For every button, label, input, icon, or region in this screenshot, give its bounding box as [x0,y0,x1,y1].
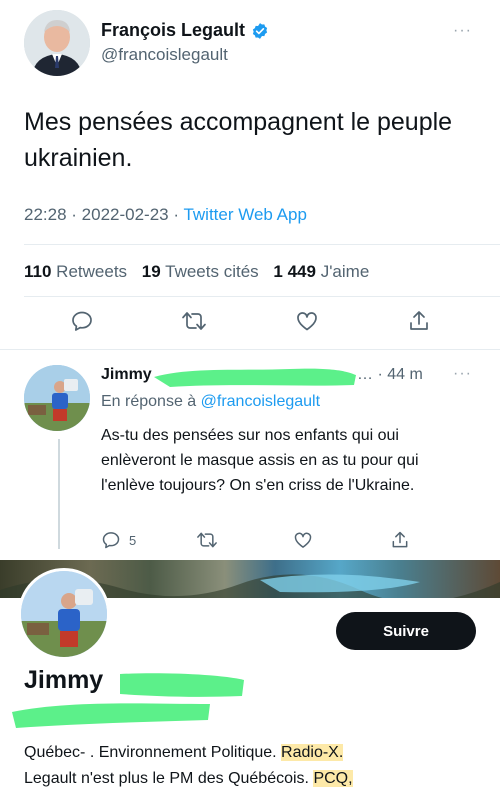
bio-highlight: PCQ, [313,770,353,787]
reply-more-options-icon[interactable]: ··· [453,365,472,383]
likes-label: J'aime [320,262,370,281]
retweets-stat[interactable]: 110 Retweets [24,262,127,281]
tweet-date[interactable]: 2022-02-23 [82,205,169,224]
reply-actions: 5 [0,529,500,553]
retweets-count: 110 [24,262,52,281]
reply-reply-button[interactable]: 5 [101,529,136,551]
replying-prefix: En réponse à [101,393,201,410]
divider [24,296,500,297]
bio-text: Legault n'est plus le PM des Québécois. [24,770,314,787]
share-icon [392,531,408,548]
like-icon [297,312,317,331]
retweet-icon [197,532,217,548]
reply-text: As-tu des pensées sur nos enfants qui ou… [101,427,419,494]
reply-retweet-button[interactable] [196,529,218,551]
reply-tweet[interactable]: Jimmy … · 44 m ··· En réponse à @francoi… [0,351,500,559]
quotes-label: Tweets cités [165,262,259,281]
reply-author-avatar[interactable] [24,365,90,431]
verified-badge-icon [252,22,268,39]
share-icon [410,311,428,330]
reply-like-button[interactable] [293,529,313,551]
tweet-actions [0,306,500,342]
bio-highlight: Radio-X. [281,744,344,761]
profile-avatar[interactable] [18,568,110,660]
reply-time[interactable]: … · 44 m [357,366,423,384]
more-options-icon[interactable]: ··· [453,22,472,40]
like-icon [294,532,312,548]
tweet-stats: 110 Retweets 19 Tweets cités 1 449 J'aim… [24,262,369,282]
reply-count: 5 [129,532,137,548]
reply-icon [72,311,92,331]
tweet-text: Mes pensées accompagnent le peuple ukrai… [24,108,453,172]
meta-separator: · [66,205,82,224]
author-avatar[interactable] [24,10,90,76]
follow-button[interactable]: Suivre [336,612,476,650]
redaction-mark [12,673,244,728]
meta-separator: · [168,205,184,224]
tweet-source-app[interactable]: Twitter Web App [183,205,306,224]
reply-share-button[interactable] [390,529,410,551]
quotes-stat[interactable]: 19 Tweets cités [142,262,259,281]
share-button[interactable] [404,306,434,336]
tweet-meta: 22:28 · 2022-02-23 · Twitter Web App [24,205,307,225]
replying-mention[interactable]: @francoislegault [201,393,320,410]
main-tweet: François Legault @francoislegault ··· Me… [0,0,500,350]
author-name-row[interactable]: François Legault [101,20,269,41]
bio-text: Québec- . Environnement Politique. [24,744,282,761]
tweet-time[interactable]: 22:28 [24,205,67,224]
retweet-button[interactable] [179,306,209,336]
redaction-mark [154,368,356,387]
retweets-label: Retweets [56,262,128,281]
profile-card: Suivre Jimmy Québec- . Environnement Pol… [0,560,500,803]
reply-button[interactable] [67,306,97,336]
author-handle[interactable]: @francoislegault [101,45,228,65]
reply-icon [102,532,120,549]
reply-author-name[interactable]: Jimmy [101,366,152,384]
author-name[interactable]: François Legault [101,20,245,41]
divider [24,244,500,245]
profile-bio: Québec- . Environnement Politique. Radio… [24,740,484,792]
like-button[interactable] [292,306,322,336]
quotes-count: 19 [141,262,161,281]
likes-stat[interactable]: 1 449 J'aime [273,262,369,281]
replying-to: En réponse à @francoislegault [101,393,320,411]
likes-count: 1 449 [273,262,316,281]
retweet-icon [182,312,206,330]
